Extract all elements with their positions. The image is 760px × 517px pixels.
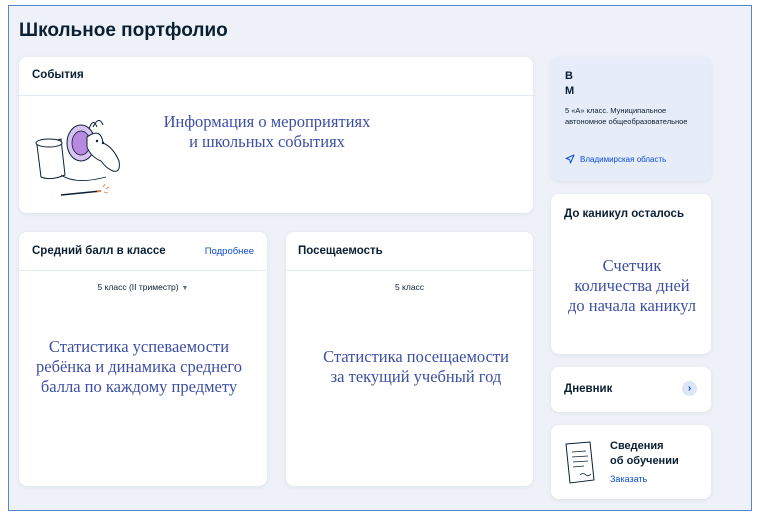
student-profile-card[interactable]: В М 5 «А» класс. Муниципальное автономно… (551, 57, 711, 181)
education-title-line-2: об обучении (610, 455, 679, 467)
grade-note-line-1: Статистика успеваемости (48, 337, 230, 356)
student-name-line-2: М (565, 85, 575, 97)
attendance-card: Посещаемость 5 класс Статистика посещаем… (286, 232, 533, 486)
attendance-title: Посещаемость (298, 245, 383, 257)
attendance-note: Статистика посещаемости за текущий учебн… (286, 347, 546, 387)
events-card-title: События (32, 69, 84, 81)
term-selector-value: 5 класс (II триместр) (97, 282, 179, 292)
attendance-grade-label: 5 класс (394, 282, 425, 292)
education-title-line-1: Сведения (610, 440, 664, 452)
events-note: Информация о мероприятиях и школьных соб… (147, 112, 387, 152)
region-label: Владимирская область (580, 154, 667, 164)
student-name-line-1: В (565, 70, 573, 82)
school-info-line-2: автономное общеобразовательное (565, 117, 688, 126)
attendance-divider (286, 270, 533, 271)
school-info-line-1: 5 «А» класс. Муниципальное (565, 106, 667, 115)
diary-card[interactable]: Дневник › (551, 367, 711, 412)
holiday-countdown-card: До каникул осталось Счетчик количества д… (551, 194, 711, 354)
grade-divider (19, 270, 267, 271)
chevron-right-icon[interactable]: › (682, 381, 697, 396)
location-arrow-icon (565, 154, 575, 164)
grade-note-line-3: балла по каждому предмету (40, 377, 238, 396)
holiday-countdown-title: До каникул осталось (564, 208, 685, 220)
term-selector[interactable]: 5 класс (II триместр) ▼ (19, 282, 267, 292)
average-grade-card: Средний балл в классе Подробнее 5 класс … (19, 232, 267, 486)
average-grade-title: Средний балл в классе (32, 245, 166, 257)
events-note-line-2: и школьных событиях (189, 132, 345, 151)
more-details-link[interactable]: Подробнее (205, 246, 254, 257)
grade-note: Статистика успеваемости ребёнка и динами… (19, 337, 259, 397)
attendance-note-line-1: Статистика посещаемости (323, 347, 509, 366)
document-icon (565, 441, 595, 484)
holiday-note-line-2: количества дней (574, 276, 690, 295)
school-info: 5 «А» класс. Муниципальное автономное об… (565, 105, 705, 127)
page-title: Школьное портфолио (19, 20, 228, 41)
events-card[interactable]: События Информация о мероприятиях и школ… (19, 57, 533, 213)
events-illustration-icon (35, 120, 120, 196)
events-divider (19, 95, 533, 96)
caret-down-icon: ▼ (181, 285, 189, 292)
region-link[interactable]: Владимирская область (565, 154, 666, 164)
diary-title: Дневник (564, 383, 613, 395)
holiday-note: Счетчик количества дней до начала канику… (553, 256, 711, 316)
attendance-note-line-2: за текущий учебный год (330, 367, 502, 386)
events-note-line-1: Информация о мероприятиях (163, 112, 371, 131)
grade-note-line-2: ребёнка и динамика среднего (36, 357, 242, 376)
holiday-note-line-1: Счетчик (602, 256, 662, 275)
holiday-note-line-3: до начала каникул (567, 296, 696, 315)
order-link[interactable]: Заказать (610, 474, 647, 484)
education-info-card: Сведения об обучении Заказать (551, 425, 711, 499)
